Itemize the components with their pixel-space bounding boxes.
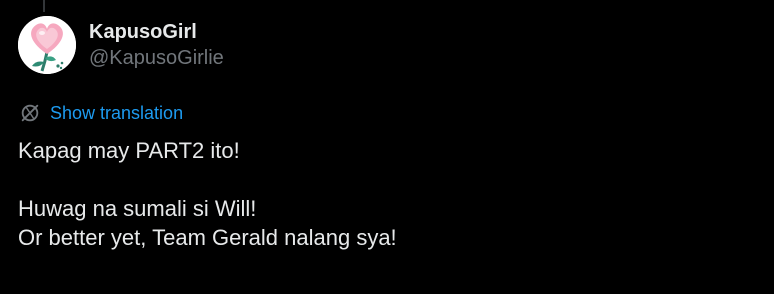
thread-connector-line [43, 0, 45, 12]
avatar[interactable] [18, 16, 76, 74]
show-translation-link[interactable]: Show translation [19, 102, 183, 124]
tweet-text-line-3: Huwag na sumali si Will! [18, 196, 257, 221]
show-translation-label: Show translation [50, 102, 184, 123]
tweet-text-line-2-blank [18, 165, 397, 194]
author-handle[interactable]: @KapusoGirlie [89, 45, 224, 71]
author-display-name[interactable]: KapusoGirl [89, 19, 224, 45]
tweet-text-line-4: Or better yet, Team Gerald nalang sya! [18, 225, 397, 250]
tweet-text-line-1: Kapag may PART2 ito! [18, 138, 240, 163]
tweet-text: Kapag may PART2 ito! Huwag na sumali si … [18, 136, 397, 252]
author-names: KapusoGirl @KapusoGirlie [89, 19, 224, 71]
tweet-header: KapusoGirl @KapusoGirlie [18, 16, 224, 74]
translate-globe-icon [21, 104, 39, 122]
heart-flower-avatar-icon [18, 16, 76, 74]
